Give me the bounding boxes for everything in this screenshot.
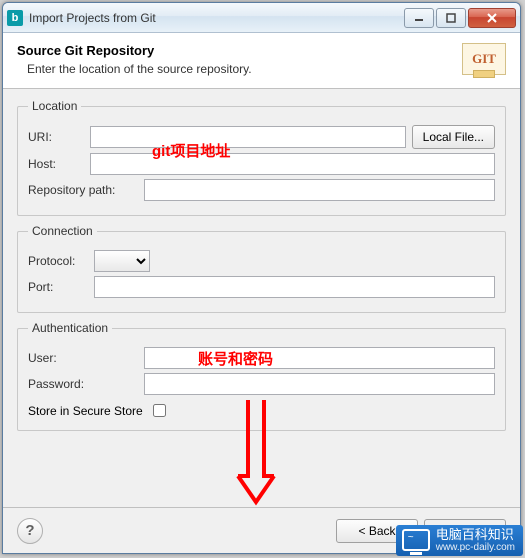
- maximize-button[interactable]: [436, 8, 466, 28]
- host-input[interactable]: [90, 153, 495, 175]
- authentication-group: Authentication User: Password: Store in …: [17, 321, 506, 431]
- watermark-url: www.pc-daily.com: [436, 542, 515, 553]
- password-input[interactable]: [144, 373, 495, 395]
- window-controls: [404, 8, 516, 28]
- port-label: Port:: [28, 280, 88, 294]
- close-icon: [486, 12, 498, 24]
- location-group: Location URI: Local File... Host: Reposi…: [17, 99, 506, 216]
- window-title: Import Projects from Git: [29, 11, 404, 25]
- port-input[interactable]: [94, 276, 495, 298]
- local-file-button[interactable]: Local File...: [412, 125, 495, 149]
- wizard-body: Location URI: Local File... Host: Reposi…: [3, 89, 520, 449]
- git-logo-icon: GIT: [462, 43, 506, 75]
- authentication-legend: Authentication: [28, 321, 112, 335]
- host-label: Host:: [28, 157, 84, 171]
- page-description: Enter the location of the source reposit…: [17, 62, 462, 76]
- help-button[interactable]: ?: [17, 518, 43, 544]
- dialog-window: b Import Projects from Git Source Git Re…: [2, 2, 521, 554]
- close-button[interactable]: [468, 8, 516, 28]
- titlebar[interactable]: b Import Projects from Git: [3, 3, 520, 33]
- minimize-button[interactable]: [404, 8, 434, 28]
- user-label: User:: [28, 351, 138, 365]
- user-input[interactable]: [144, 347, 495, 369]
- connection-legend: Connection: [28, 224, 97, 238]
- uri-label: URI:: [28, 130, 84, 144]
- protocol-select[interactable]: [94, 250, 150, 272]
- watermark-title: 电脑百科知识: [436, 528, 515, 542]
- repository-path-input[interactable]: [144, 179, 495, 201]
- watermark: 电脑百科知识 www.pc-daily.com: [396, 525, 523, 556]
- page-title: Source Git Repository: [17, 43, 462, 58]
- maximize-icon: [446, 13, 456, 23]
- protocol-label: Protocol:: [28, 254, 88, 268]
- monitor-icon: [402, 529, 430, 551]
- store-secure-label: Store in Secure Store: [28, 404, 143, 418]
- location-legend: Location: [28, 99, 81, 113]
- repository-path-label: Repository path:: [28, 183, 138, 197]
- uri-input[interactable]: [90, 126, 406, 148]
- store-secure-checkbox[interactable]: [153, 404, 166, 417]
- minimize-icon: [414, 13, 424, 23]
- app-icon: b: [7, 10, 23, 26]
- wizard-header: Source Git Repository Enter the location…: [3, 33, 520, 89]
- connection-group: Connection Protocol: Port:: [17, 224, 506, 313]
- password-label: Password:: [28, 377, 138, 391]
